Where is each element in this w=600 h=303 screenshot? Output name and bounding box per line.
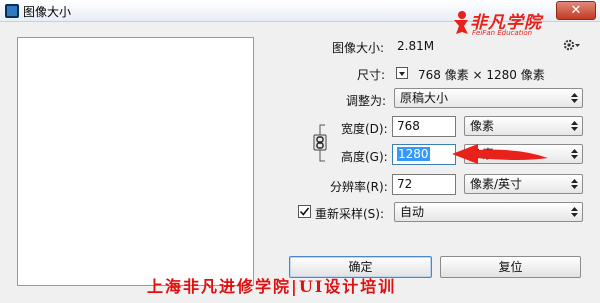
dropdown-arrows-icon (571, 207, 578, 217)
fit-to-select[interactable]: 原稿大小 (394, 88, 583, 108)
fit-to-label: 调整为: (346, 94, 387, 108)
watermark-text: 上海非凡进修学院|UI设计培训 (147, 277, 397, 296)
width-unit-value: 像素 (470, 119, 495, 133)
close-button[interactable]: ✕ (556, 1, 596, 20)
resolution-label: 分辨率(R): (330, 180, 388, 194)
gear-icon[interactable] (563, 38, 581, 52)
link-chain-icon[interactable] (311, 121, 329, 165)
checkmark-icon (299, 207, 310, 216)
resample-select[interactable]: 自动 (394, 202, 583, 222)
image-preview[interactable] (17, 37, 254, 286)
resample-value: 自动 (400, 205, 425, 219)
height-unit-value: 像素 (470, 147, 495, 161)
dimensions-unit-dropdown[interactable] (396, 67, 408, 79)
chevron-down-icon (399, 72, 405, 76)
resample-label: 重新采样(S): (315, 207, 385, 221)
logo-subtitle: FeiFan Education (472, 29, 533, 37)
height-value-selected: 1280 (397, 147, 430, 161)
logo-figure-icon (454, 11, 468, 34)
window-title: 图像大小 (23, 5, 72, 19)
resolution-input[interactable]: 72 (392, 174, 456, 195)
dropdown-arrows-icon (571, 149, 578, 159)
resample-checkbox[interactable] (298, 205, 311, 218)
fit-to-value: 原稿大小 (400, 91, 449, 105)
resolution-unit-select[interactable]: 像素/英寸 (464, 174, 583, 194)
photoshop-app-icon (5, 4, 19, 18)
width-label: 宽度(D): (341, 122, 388, 136)
width-unit-select[interactable]: 像素 (464, 116, 583, 136)
dropdown-arrows-icon (571, 179, 578, 189)
reset-button[interactable]: 复位 (440, 256, 581, 278)
dropdown-arrows-icon (571, 93, 578, 103)
resolution-unit-value: 像素/英寸 (470, 177, 523, 191)
dropdown-arrows-icon (571, 121, 578, 131)
dimensions-label: 尺寸: (357, 68, 386, 82)
width-input[interactable]: 768 (392, 116, 456, 137)
feifan-logo: 非凡学院 FeiFan Education (448, 8, 548, 40)
height-input[interactable]: 1280 (392, 144, 456, 165)
height-label: 高度(G): (341, 150, 388, 164)
height-unit-select[interactable]: 像素 (464, 144, 583, 164)
image-size-value: 2.81M (397, 39, 435, 53)
image-size-label: 图像大小: (332, 41, 385, 55)
dimensions-value: 768 像素 × 1280 像素 (418, 68, 545, 82)
